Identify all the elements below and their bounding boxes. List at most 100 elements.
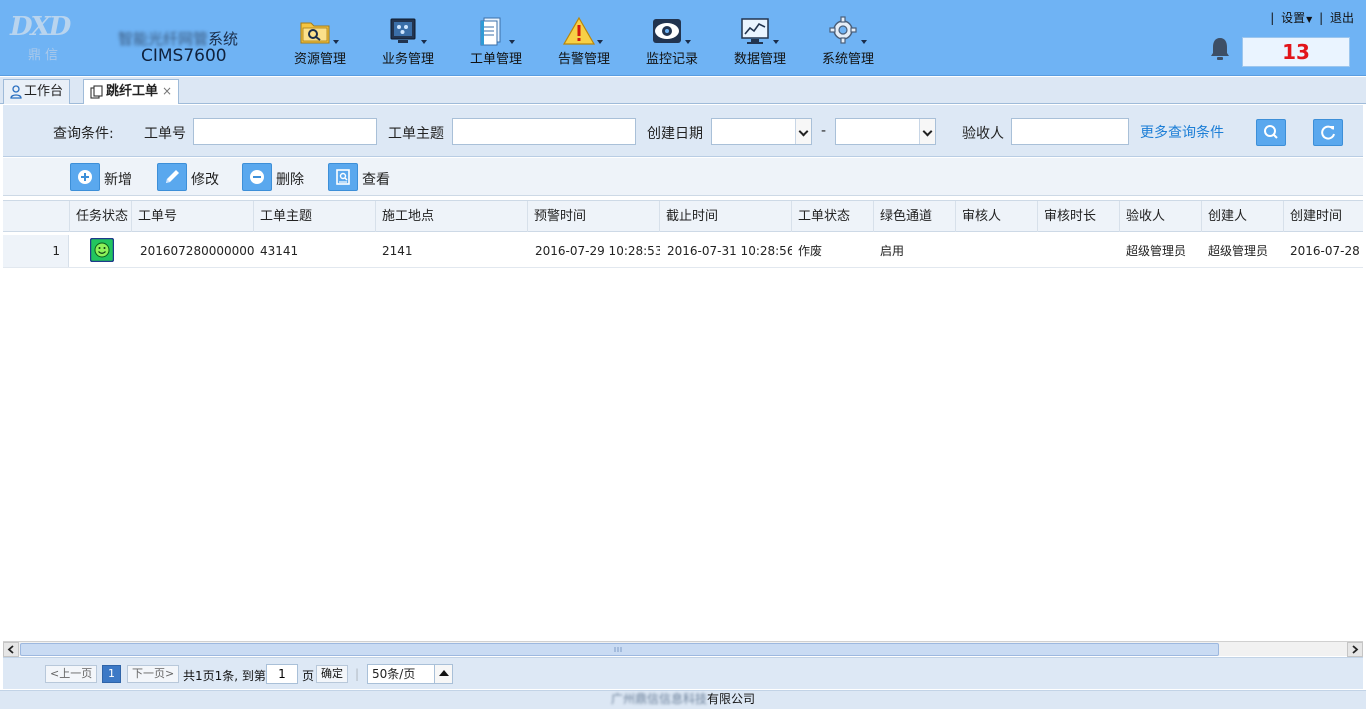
chevron-down-icon: [919, 119, 935, 144]
acceptor-input[interactable]: [1011, 118, 1129, 145]
scroll-left-button[interactable]: [3, 642, 19, 657]
location-cell: 2141: [382, 244, 413, 258]
current-page-button[interactable]: 1: [102, 665, 121, 683]
create-date-end-select[interactable]: [835, 118, 936, 145]
query-panel: 查询条件: 工单号 工单主题 创建日期 - 验收人 更多查询条件: [3, 105, 1363, 157]
pencil-icon: [157, 163, 187, 191]
nav-monitor-records[interactable]: 监控记录: [628, 14, 716, 70]
next-page-button[interactable]: 下一页>: [127, 665, 180, 683]
smiley-icon: [89, 237, 115, 263]
grip-icon: [614, 647, 622, 652]
column-header-subject[interactable]: 工单主题: [254, 201, 376, 232]
column-header-reviewer[interactable]: 审核人: [956, 201, 1038, 232]
tab-label: 工作台: [24, 84, 64, 99]
nav-label: 数据管理: [733, 52, 786, 67]
nav-label: 告警管理: [557, 52, 610, 67]
scroll-thumb[interactable]: [20, 643, 1219, 656]
created-time-cell: 2016-07-28 1: [1290, 244, 1363, 258]
create-date-start-select[interactable]: [711, 118, 812, 145]
system-code: CIMS7600: [141, 46, 227, 66]
order-no-label: 工单号: [144, 126, 186, 142]
copy-icon: [90, 84, 103, 99]
tab-workbench[interactable]: 工作台: [3, 79, 71, 104]
separator: |: [355, 667, 360, 681]
chart-screen-icon: [741, 18, 769, 44]
work-order-grid: 任务状态 工单号 工单主题 施工地点 预警时间 截止时间 工单状态 绿色通道 审…: [3, 200, 1363, 640]
bell-icon[interactable]: [1209, 36, 1231, 62]
column-header-warning-time[interactable]: 预警时间: [528, 201, 660, 232]
minus-icon: [242, 163, 272, 191]
nav-data-management[interactable]: 数据管理: [716, 14, 804, 70]
business-screen-icon: [390, 18, 416, 43]
column-header-created-time[interactable]: 创建时间: [1284, 201, 1363, 232]
nav-resource-management[interactable]: 资源管理: [276, 14, 364, 70]
grid-header: 任务状态 工单号 工单主题 施工地点 预警时间 截止时间 工单状态 绿色通道 审…: [3, 200, 1363, 232]
tab-jump-fiber-order[interactable]: 跳纤工单 ×: [83, 79, 180, 104]
alarm-count[interactable]: 13: [1242, 37, 1350, 67]
order-no-input[interactable]: [193, 118, 377, 145]
logout-link[interactable]: 退出: [1330, 11, 1354, 25]
order-subject-input[interactable]: [452, 118, 636, 145]
nav-label: 系统管理: [821, 52, 874, 67]
separator: |: [1319, 11, 1324, 25]
acceptor-cell: 超级管理员: [1126, 244, 1187, 258]
chevron-down-icon: [861, 40, 867, 44]
nav-work-order-management[interactable]: 工单管理: [452, 14, 540, 70]
column-header-order-status[interactable]: 工单状态: [792, 201, 874, 232]
company-name-blurred: 广州鼎信信息科技: [610, 692, 707, 706]
column-header-review-duration[interactable]: 审核时长: [1038, 201, 1120, 232]
page-unit: 页: [302, 669, 315, 683]
column-header-acceptor[interactable]: 验收人: [1120, 201, 1202, 232]
column-header-creator[interactable]: 创建人: [1202, 201, 1284, 232]
main-nav: 资源管理 业务管理 工单管理 告警管理 监控记录 数据管理 系统管理: [276, 14, 892, 70]
plus-icon: [70, 163, 100, 191]
column-header-deadline[interactable]: 截止时间: [660, 201, 792, 232]
column-header-order-no[interactable]: 工单号: [132, 201, 254, 232]
nav-system-management[interactable]: 系统管理: [804, 14, 892, 70]
nav-label: 业务管理: [381, 52, 434, 67]
refresh-button[interactable]: [1313, 119, 1343, 146]
tab-strip: 工作台 跳纤工单 ×: [0, 77, 1366, 104]
page-size-value: 50条/页: [372, 667, 416, 681]
column-header-green-channel[interactable]: 绿色通道: [874, 201, 956, 232]
page-summary: 共1页1条, 到第: [183, 669, 266, 683]
order-subject-label: 工单主题: [388, 126, 444, 142]
prev-page-button[interactable]: <上一页: [45, 665, 98, 683]
nav-label: 监控记录: [645, 52, 698, 67]
eye-icon: [653, 19, 681, 43]
page-size-select[interactable]: 50条/页: [367, 664, 453, 684]
chevron-down-icon: ▼: [1306, 15, 1313, 24]
column-header-task-status[interactable]: 任务状态: [70, 201, 132, 232]
chevron-down-icon: [509, 40, 515, 44]
goto-page-input[interactable]: [266, 664, 298, 684]
order-status-cell: 作废: [798, 244, 823, 258]
more-conditions-link[interactable]: 更多查询条件: [1140, 122, 1224, 142]
query-title: 查询条件:: [53, 126, 114, 142]
close-icon[interactable]: ×: [162, 84, 172, 98]
column-header-location[interactable]: 施工地点: [376, 201, 528, 232]
chevron-down-icon: [773, 40, 779, 44]
confirm-goto-button[interactable]: 确定: [316, 665, 348, 683]
delete-label: 删除: [276, 172, 304, 188]
warning-time-cell: 2016-07-29 10:28:53: [535, 244, 660, 258]
chevron-down-icon: [597, 40, 603, 44]
horizontal-scrollbar[interactable]: [3, 641, 1363, 657]
search-button[interactable]: [1256, 119, 1286, 146]
scroll-right-button[interactable]: [1347, 642, 1363, 657]
nav-label: 工单管理: [469, 52, 522, 67]
refresh-icon: [1321, 125, 1335, 140]
tab-label: 跳纤工单: [106, 84, 159, 99]
nav-business-management[interactable]: 业务管理: [364, 14, 452, 70]
column-header-rownum: [3, 201, 70, 232]
order-no-cell: 2016072800000007: [140, 244, 254, 258]
warning-icon: [562, 16, 596, 45]
action-toolbar: 新增 修改 删除 查看: [3, 158, 1363, 196]
nav-alarm-management[interactable]: 告警管理: [540, 14, 628, 70]
pagination-bar: <上一页 1 下一页> 共1页1条, 到第 页 确定 | 50条/页: [3, 657, 1363, 689]
top-links: | 设置▼ | 退出: [1267, 9, 1354, 26]
subject-cell: 43141: [260, 244, 299, 258]
folder-search-icon: [300, 22, 330, 44]
chevron-right-icon: [1352, 645, 1359, 654]
settings-link[interactable]: 设置: [1281, 11, 1305, 25]
table-row[interactable]: 1 2016072800000007 43141 2141 2016-07-29…: [3, 235, 1363, 268]
